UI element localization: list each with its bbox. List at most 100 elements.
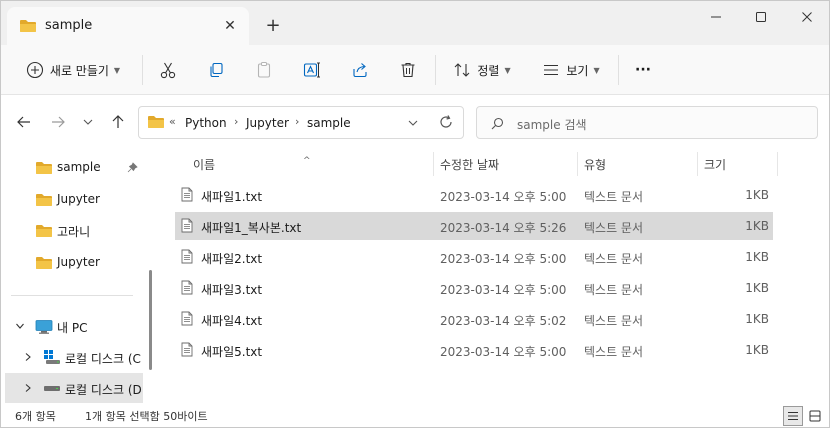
file-size: 1KB <box>745 188 769 202</box>
text-file-icon <box>181 311 193 326</box>
sidebar-item-drive-d[interactable]: 로컬 디스크 (D <box>5 373 143 403</box>
sidebar-item-label: 로컬 디스크 (D <box>65 383 142 397</box>
status-bar: 6개 항목 1개 항목 선택함 50바이트 <box>1 403 829 427</box>
breadcrumb-python[interactable]: Python <box>185 116 227 130</box>
chevron-down-icon[interactable] <box>15 321 25 331</box>
share-button[interactable] <box>347 54 373 86</box>
close-tab-icon[interactable]: ✕ <box>221 17 239 35</box>
file-date: 2023-03-14 오후 5:02 <box>440 314 567 328</box>
up-arrow-icon[interactable] <box>107 111 129 133</box>
column-divider[interactable] <box>433 152 434 176</box>
delete-button[interactable] <box>395 54 421 86</box>
search-icon <box>491 117 504 130</box>
sidebar-item-drive-c[interactable]: 로컬 디스크 (C <box>5 342 155 372</box>
scissors-icon <box>160 62 176 79</box>
folder-icon <box>36 194 52 206</box>
chevron-down-icon[interactable] <box>407 117 419 129</box>
column-header-date[interactable]: 수정한 날짜 <box>440 156 499 173</box>
breadcrumb-overflow[interactable]: « <box>169 115 176 128</box>
maximize-icon[interactable] <box>741 5 781 29</box>
new-item-label: 새로 만들기 <box>49 63 109 78</box>
sort-button[interactable]: 정렬 ▼ <box>447 54 517 86</box>
pin-icon[interactable] <box>127 162 138 173</box>
sidebar-item-sample[interactable]: sample <box>5 152 155 182</box>
tab-label: sample <box>45 18 93 33</box>
close-window-icon[interactable] <box>787 5 827 29</box>
breadcrumb-jupyter[interactable]: Jupyter <box>246 116 289 130</box>
file-type: 텍스트 문서 <box>584 190 644 204</box>
folder-icon <box>36 257 52 269</box>
sidebar-item-gorani[interactable]: 고라니 <box>5 215 155 245</box>
text-file-icon <box>181 218 193 233</box>
recent-locations-icon[interactable] <box>77 111 99 133</box>
rename-button[interactable] <box>299 54 325 86</box>
breadcrumb-separator[interactable]: › <box>295 115 299 128</box>
trash-icon <box>401 62 415 78</box>
file-row[interactable]: 새파일3.txt 2023-03-14 오후 5:00 텍스트 문서 1KB <box>175 274 773 302</box>
file-row[interactable]: 새파일4.txt 2023-03-14 오후 5:02 텍스트 문서 1KB <box>175 305 773 333</box>
file-row[interactable]: 새파일1_복사본.txt 2023-03-14 오후 5:26 텍스트 문서 1KB <box>175 212 773 240</box>
search-box[interactable]: sample 검색 <box>476 106 818 139</box>
column-divider[interactable] <box>697 152 698 176</box>
cut-button[interactable] <box>155 54 181 86</box>
refresh-icon[interactable] <box>435 111 457 133</box>
minimize-icon[interactable] <box>696 5 736 29</box>
rename-icon <box>303 62 320 78</box>
file-type: 텍스트 문서 <box>584 252 644 266</box>
sidebar-item-label: 내 PC <box>57 321 88 335</box>
sort-label: 정렬 <box>477 63 500 78</box>
copy-button[interactable] <box>203 54 229 86</box>
more-options-button[interactable]: ··· <box>629 54 657 86</box>
sidebar-item-this-pc[interactable]: 내 PC <box>5 311 155 341</box>
file-row[interactable]: 새파일1.txt 2023-03-14 오후 5:00 텍스트 문서 1KB <box>175 181 773 209</box>
search-input[interactable]: sample 검색 <box>517 116 587 133</box>
column-divider[interactable] <box>777 152 778 176</box>
sidebar-item-jupyter[interactable]: Jupyter <box>5 184 155 214</box>
tab-sample[interactable]: sample ✕ <box>7 7 249 45</box>
chevron-down-icon: ▼ <box>113 65 121 75</box>
file-name: 새파일5.txt <box>201 345 263 359</box>
column-header-size[interactable]: 크기 <box>704 156 726 173</box>
column-header-type[interactable]: 유형 <box>584 156 606 173</box>
tiles-view-icon[interactable] <box>805 406 825 426</box>
file-type: 텍스트 문서 <box>584 314 644 328</box>
breadcrumb-sample[interactable]: sample <box>307 116 351 130</box>
text-file-icon <box>181 342 193 357</box>
folder-icon <box>36 225 52 237</box>
file-type: 텍스트 문서 <box>584 345 644 359</box>
file-explorer-window: sample ✕ + 새로 만들기 ▼ 정렬 ▼ 보기 ▼ ··· « Pyth… <box>0 0 830 428</box>
column-header-row: 이름 ^ 수정한 날짜 유형 크기 <box>163 150 829 176</box>
forward-arrow-icon[interactable] <box>47 111 69 133</box>
file-row[interactable]: 새파일5.txt 2023-03-14 오후 5:00 텍스트 문서 1KB <box>175 336 773 364</box>
monitor-icon <box>35 320 53 334</box>
navigation-bar: « Python › Jupyter › sample sample 검색 <box>1 95 829 150</box>
file-date: 2023-03-14 오후 5:00 <box>440 190 567 204</box>
file-size: 1KB <box>745 312 769 326</box>
address-bar[interactable]: « Python › Jupyter › sample <box>138 106 464 139</box>
sidebar-item-label: 고라니 <box>57 225 91 239</box>
selection-info: 1개 항목 선택함 50바이트 <box>85 410 208 423</box>
new-item-button[interactable]: 새로 만들기 ▼ <box>15 54 131 86</box>
text-file-icon <box>181 280 193 295</box>
chevron-right-icon[interactable] <box>23 352 33 362</box>
sidebar-divider <box>11 295 133 296</box>
plus-circle-icon <box>26 61 43 79</box>
view-button[interactable]: 보기 ▼ <box>535 54 607 86</box>
sidebar-item-jupyter-2[interactable]: Jupyter <box>5 247 155 277</box>
sidebar-item-label: Jupyter <box>57 192 100 206</box>
new-tab-icon[interactable]: + <box>263 15 283 36</box>
file-row[interactable]: 새파일2.txt 2023-03-14 오후 5:00 텍스트 문서 1KB <box>175 243 773 271</box>
details-view-icon[interactable] <box>783 406 803 426</box>
column-header-name[interactable]: 이름 <box>193 156 215 173</box>
toolbar-divider <box>435 55 436 85</box>
file-date: 2023-03-14 오후 5:00 <box>440 283 567 297</box>
chevron-right-icon[interactable] <box>23 383 33 393</box>
toolbar-divider <box>618 55 619 85</box>
file-size: 1KB <box>745 343 769 357</box>
paste-button[interactable] <box>251 54 277 86</box>
share-icon <box>353 63 367 78</box>
text-file-icon <box>181 187 193 202</box>
column-divider[interactable] <box>577 152 578 176</box>
back-arrow-icon[interactable] <box>13 111 35 133</box>
breadcrumb-separator[interactable]: › <box>234 115 238 128</box>
